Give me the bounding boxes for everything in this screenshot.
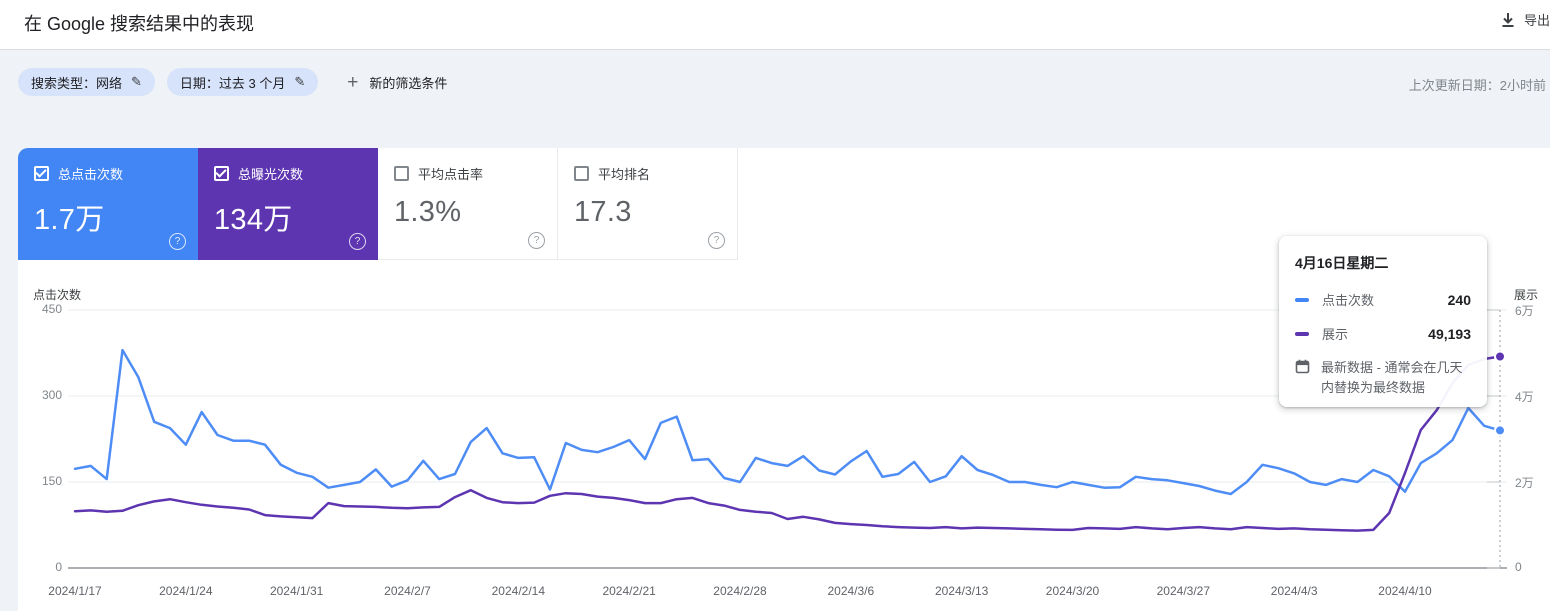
card-average-position-value: 17.3 [574,196,632,228]
tooltip-impressions-row: 展示 49,193 [1295,324,1471,343]
impressions-legend-dash-icon [1295,331,1309,336]
checkbox-checked-icon[interactable] [34,166,49,181]
tooltip-date: 4月16日星期二 [1295,255,1389,271]
card-total-impressions-value: 134万 [214,204,293,236]
edit-pencil-icon[interactable]: ✎ [294,74,305,90]
search-type-chip-label: 搜索类型：网络 [31,75,123,91]
tooltip-clicks-label: 点击次数 [1322,293,1375,308]
y-axis-tick-left: 450 [41,302,62,316]
x-axis-tick-label: 2024/3/13 [934,584,989,598]
tooltip-note: 最新数据 - 通常会在几天内替换为最终数据 [1295,358,1471,397]
x-axis-tick-label: 2024/3/6 [827,584,875,598]
left-axis-title: 点击次数 [33,288,82,302]
y-axis-tick-right: 2万 [1515,476,1534,490]
x-axis-tick-label: 2024/1/31 [269,584,324,598]
tooltip-clicks-row: 点击次数 240 [1295,290,1471,309]
tooltip-clicks-value: 240 [1447,291,1471,308]
card-total-clicks-label: 总点击次数 [58,167,124,182]
checkbox-unchecked-icon[interactable] [394,166,409,181]
card-total-impressions[interactable]: 总曝光次数 134万 ? [198,148,378,260]
new-filter-button[interactable]: + 新的筛选条件 [347,73,447,92]
y-axis-tick-right: 4万 [1515,390,1534,404]
x-axis-tick-label: 2024/3/20 [1045,584,1100,598]
y-axis-tick-left: 0 [55,560,62,574]
export-button[interactable]: 导出 [1499,10,1550,29]
x-axis-tick-label: 2024/2/21 [602,584,656,598]
chart-tooltip: 4月16日星期二 点击次数 240 展示 49,193 最新数据 - 通常会在几… [1279,236,1487,407]
x-axis-tick-label: 2024/3/27 [1156,584,1211,598]
tooltip-impressions-label: 展示 [1322,327,1349,342]
date-range-chip-label: 日期：过去 3 个月 [179,75,286,91]
tooltip-note-text: 最新数据 - 通常会在几天内替换为最终数据 [1321,360,1463,395]
last-updated-text: 上次更新日期：2小时前 [1408,78,1546,93]
help-icon[interactable]: ? [708,232,725,249]
calendar-icon [1295,359,1310,397]
filter-chip-row: 搜索类型：网络 ✎ 日期：过去 3 个月 ✎ + 新的筛选条件 [18,68,447,96]
card-total-impressions-label: 总曝光次数 [238,167,304,182]
x-axis-tick-label: 2024/1/24 [159,584,213,598]
help-icon[interactable]: ? [349,233,366,250]
y-axis-tick-left: 300 [41,388,62,402]
card-total-clicks-value: 1.7万 [34,204,105,236]
download-icon [1499,11,1517,29]
metric-card-row: 总点击次数 1.7万 ? 总曝光次数 134万 ? 平均点击率 1.3% ? 平… [18,148,738,260]
card-total-clicks[interactable]: 总点击次数 1.7万 ? [18,148,198,260]
checkbox-unchecked-icon[interactable] [574,166,589,181]
help-icon[interactable]: ? [169,233,186,250]
checkbox-checked-icon[interactable] [214,166,229,181]
card-average-ctr-value: 1.3% [394,196,462,228]
right-axis-title: 展示 [1514,288,1539,302]
x-axis-tick-label: 2024/2/14 [491,584,546,598]
x-axis-tick-label: 2024/2/28 [713,584,767,598]
card-average-position[interactable]: 平均排名 17.3 ? [558,148,738,260]
x-axis-tick-label: 2024/4/10 [1378,584,1432,598]
plus-icon: + [347,71,359,93]
y-axis-tick-right: 6万 [1515,304,1534,318]
x-axis-tick-label: 2024/2/7 [384,584,431,598]
new-filter-label: 新的筛选条件 [369,75,448,91]
help-icon[interactable]: ? [528,232,545,249]
clicks-legend-dash-icon [1295,297,1309,302]
edit-pencil-icon[interactable]: ✎ [131,74,142,90]
page-title: 在 Google 搜索结果中的表现 [24,14,255,34]
date-range-chip[interactable]: 日期：过去 3 个月 ✎ [166,68,319,96]
card-average-ctr[interactable]: 平均点击率 1.3% ? [378,148,558,260]
card-average-position-label: 平均排名 [598,167,651,182]
search-type-chip[interactable]: 搜索类型：网络 ✎ [18,68,155,96]
tooltip-impressions-value: 49,193 [1428,325,1471,342]
y-axis-tick-right: 0 [1515,560,1522,574]
x-axis-tick-label: 2024/1/17 [48,584,102,598]
export-label: 导出 [1524,13,1550,28]
y-axis-tick-left: 150 [41,474,62,488]
x-axis-tick-label: 2024/4/3 [1270,584,1318,598]
card-average-ctr-label: 平均点击率 [418,167,484,182]
